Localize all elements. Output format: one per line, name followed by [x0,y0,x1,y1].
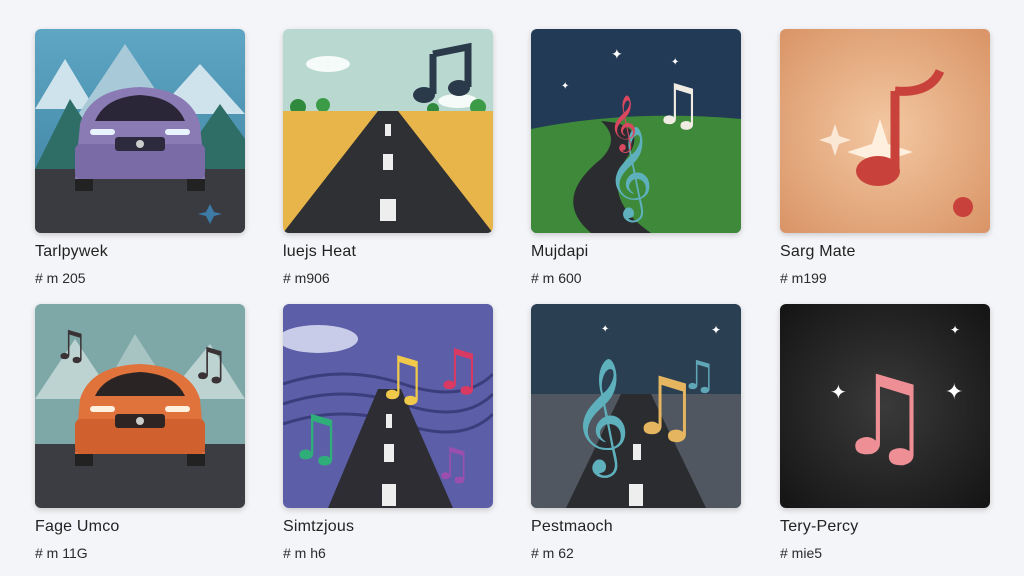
playlist-title[interactable]: luejs Heat [283,243,493,261]
playlist-count: # m906 [283,270,330,286]
sparkle-note-artwork-icon [780,29,990,233]
playlist-card[interactable]: ✦ ✦ ✦ ♫ Tery-Percy # mie5 [780,304,990,561]
playlist-title[interactable]: Tery-Percy [780,518,990,536]
playlist-artwork[interactable]: ✦ ✦ 𝄞 ♫ ♫ [531,304,741,508]
svg-text:♫: ♫ [835,352,934,480]
playlist-artwork[interactable]: ♫ ♫ [35,304,245,508]
playlist-title[interactable]: Sarg Mate [780,243,990,261]
svg-text:✦: ✦ [601,324,609,335]
playlist-count: # mie5 [780,545,823,561]
night-road-artwork-icon: ✦ ✦ ✦ 𝄞 𝄞 ♫ [531,29,741,233]
playlist-card[interactable]: ✦ ✦ 𝄞 ♫ ♫ Pestmaoch # m 62 [531,304,741,561]
svg-text:✦: ✦ [611,47,623,63]
playlist-count: # m199 [780,270,827,286]
playlist-grid: Tarlpywek # m 205 luejs Heat # m906 ✦ ✦ … [0,0,1024,576]
playlist-card[interactable]: Sarg Mate # m199 [780,29,990,286]
svg-text:♫: ♫ [433,338,483,403]
svg-text:✦: ✦ [671,57,679,68]
playlist-artwork[interactable] [35,29,245,233]
playlist-card[interactable]: ✦ ✦ ✦ 𝄞 𝄞 ♫ Mujdapi # m 600 [531,29,741,286]
dark-sparkle-artwork-icon: ✦ ✦ ✦ ♫ [780,304,990,508]
svg-text:♫: ♫ [288,401,344,474]
playlist-count: # m 600 [531,270,582,286]
svg-text:✦: ✦ [561,81,569,92]
playlist-card[interactable]: Tarlpywek # m 205 [35,29,245,286]
playlist-title[interactable]: Simtzjous [283,518,493,536]
svg-text:✦: ✦ [945,380,963,405]
svg-text:♫: ♫ [681,353,717,399]
road-field-artwork-icon [283,29,493,233]
svg-text:♫: ♫ [375,344,429,414]
playlist-title[interactable]: Fage Umco [35,518,245,536]
playlist-artwork[interactable]: ✦ ✦ ✦ ♫ [780,304,990,508]
svg-text:𝄞: 𝄞 [609,95,637,153]
dusk-road-artwork-icon: ✦ ✦ 𝄞 ♫ ♫ [531,304,741,508]
svg-text:♫: ♫ [653,73,703,138]
purple-car-artwork-icon [35,29,245,233]
playlist-artwork[interactable]: ♫ ♫ ♫ ♫ [283,304,493,508]
playlist-title[interactable]: Tarlpywek [35,243,245,261]
playlist-card[interactable]: ♫ ♫ ♫ ♫ Simtzjous # m h6 [283,304,493,561]
svg-text:✦: ✦ [711,323,721,337]
svg-text:𝄞: 𝄞 [571,356,630,478]
playlist-count: # m h6 [283,545,326,561]
svg-text:✦: ✦ [950,323,960,337]
playlist-count: # m 205 [35,270,86,286]
svg-text:♫: ♫ [53,323,89,369]
playlist-title[interactable]: Pestmaoch [531,518,741,536]
svg-text:♫: ♫ [190,339,229,390]
playlist-artwork[interactable]: ✦ ✦ ✦ 𝄞 𝄞 ♫ [531,29,741,233]
playlist-card[interactable]: luejs Heat # m906 [283,29,493,286]
playlist-count: # m 11G [35,545,88,561]
orange-car-artwork-icon: ♫ ♫ [35,304,245,508]
playlist-artwork[interactable] [780,29,990,233]
playlist-count: # m 62 [531,545,574,561]
wavy-road-artwork-icon: ♫ ♫ ♫ ♫ [283,304,493,508]
playlist-artwork[interactable] [283,29,493,233]
svg-text:♫: ♫ [433,439,472,490]
playlist-card[interactable]: ♫ ♫ Fage Umco # m 11G [35,304,245,561]
playlist-title[interactable]: Mujdapi [531,243,741,261]
